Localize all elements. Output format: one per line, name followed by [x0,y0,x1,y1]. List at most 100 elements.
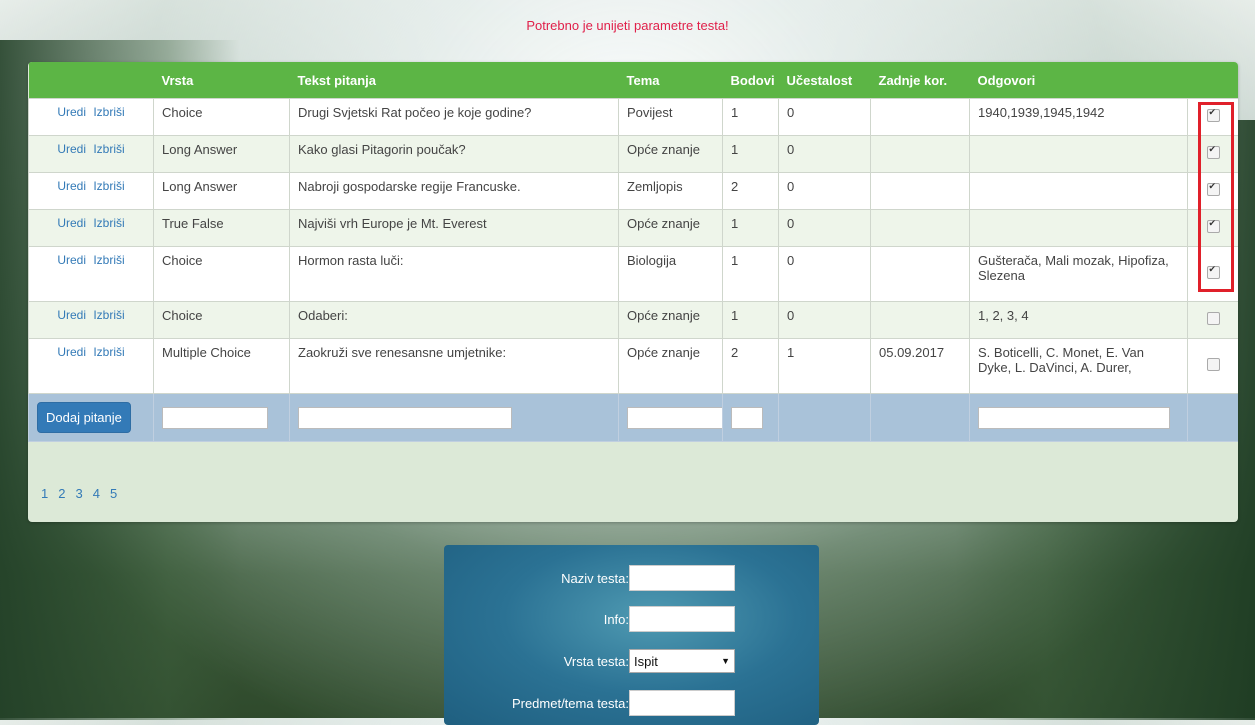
edit-link[interactable]: Uredi [57,216,86,230]
cell-zadnje [870,209,970,247]
predmet-row: Predmet/tema testa: [444,690,735,716]
cell-bodovi: 2 [722,338,779,394]
cell-odgovori: S. Boticelli, C. Monet, E. Van Dyke, L. … [969,338,1188,394]
cell-zadnje [870,246,970,302]
page-link-5[interactable]: 5 [110,486,117,501]
row-checkbox[interactable] [1206,312,1220,325]
cell-odgovori [969,135,1188,173]
new-tema-input[interactable] [627,406,723,429]
cell-tema: Povijest [618,98,723,136]
edit-link[interactable]: Uredi [57,142,86,156]
cell-tekst: Najviši vrh Europe je Mt. Everest [289,209,619,247]
new-bodovi-input[interactable] [731,406,763,429]
header-ucestalost: Učestalost [778,62,871,99]
naziv-row: Naziv testa: [444,565,735,591]
cell-tema: Zemljopis [618,172,723,210]
vrsta-row: Vrsta testa: Ispit ▼ [444,648,735,674]
delete-link[interactable]: Izbriši [93,142,124,156]
vrsta-select-value: Ispit [634,653,658,669]
cell-tekst: Kako glasi Pitagorin poučak? [289,135,619,173]
edit-link[interactable]: Uredi [57,345,86,359]
header-actions [28,62,154,99]
vrsta-label: Vrsta testa: [563,653,629,669]
table-row: Uredi Izbriši Long Answer Kako glasi Pit… [28,135,1238,173]
header-tema: Tema [618,62,723,99]
edit-link[interactable]: Uredi [57,308,86,322]
table-row: Uredi Izbriši True False Najviši vrh Eur… [28,209,1238,247]
header-bodovi: Bodovi [722,62,779,99]
delete-link[interactable]: Izbriši [93,105,124,119]
cell-odgovori [969,209,1188,247]
cell-vrsta: Long Answer [153,172,290,210]
dropdown-arrow-icon: ▼ [721,656,730,666]
delete-link[interactable]: Izbriši [93,253,124,267]
table-row: Uredi Izbriši Choice Drugi Svjetski Rat … [28,98,1238,136]
header-select [1187,62,1238,99]
cell-tema: Opće znanje [618,135,723,173]
naziv-input[interactable] [629,565,735,591]
delete-link[interactable]: Izbriši [93,179,124,193]
cell-ucestalost: 0 [778,172,871,210]
cell-tema: Opće znanje [618,301,723,339]
cell-tema: Opće znanje [618,338,723,394]
cell-tekst: Odaberi: [289,301,619,339]
edit-link[interactable]: Uredi [57,179,86,193]
validation-alert: Potrebno je unijeti parametre testa! [526,18,729,33]
page-link-2[interactable]: 2 [58,486,65,501]
header-vrsta: Vrsta [153,62,290,99]
page-link-1[interactable]: 1 [41,486,48,501]
cell-odgovori: 1940,1939,1945,1942 [969,98,1188,136]
cell-bodovi: 1 [722,301,779,339]
cell-tekst: Hormon rasta luči: [289,246,619,302]
cell-vrsta: Choice [153,301,290,339]
cell-vrsta: Choice [153,246,290,302]
cell-tema: Biologija [618,246,723,302]
table-row: Uredi Izbriši Choice Odaberi: Opće znanj… [28,301,1238,339]
cell-ucestalost: 0 [778,98,871,136]
add-question-button[interactable]: Dodaj pitanje [37,402,131,433]
cell-tekst: Nabroji gospodarske regije Francuske. [289,172,619,210]
table-header-row: Vrsta Tekst pitanja Tema Bodovi Učestalo… [28,62,1238,99]
cell-bodovi: 1 [722,246,779,302]
table-row: Uredi Izbriši Multiple Choice Zaokruži s… [28,338,1238,394]
cell-vrsta: True False [153,209,290,247]
cell-vrsta: Long Answer [153,135,290,173]
info-input[interactable] [629,606,735,632]
header-tekst: Tekst pitanja [289,62,619,99]
page-link-3[interactable]: 3 [75,486,82,501]
info-label: Info: [603,611,629,627]
selection-highlight-box [1198,102,1234,292]
edit-link[interactable]: Uredi [57,105,86,119]
new-vrsta-input[interactable] [162,406,268,429]
new-tekst-input[interactable] [298,406,512,429]
new-odgovori-input[interactable] [978,406,1170,429]
delete-link[interactable]: Izbriši [93,345,124,359]
vrsta-select[interactable]: Ispit ▼ [629,649,735,673]
row-checkbox[interactable] [1206,358,1220,371]
table-row: Uredi Izbriši Choice Hormon rasta luči: … [28,246,1238,302]
page-link-4[interactable]: 4 [93,486,100,501]
cell-odgovori: Gušterača, Mali mozak, Hipofiza, Slezena [969,246,1188,302]
cell-vrsta: Choice [153,98,290,136]
cell-bodovi: 1 [722,135,779,173]
edit-link[interactable]: Uredi [57,253,86,267]
cell-bodovi: 1 [722,98,779,136]
predmet-label: Predmet/tema testa: [511,695,629,711]
test-params-form: Naziv testa: Info: Vrsta testa: Ispit ▼ … [444,545,819,725]
cell-zadnje [870,301,970,339]
cell-ucestalost: 0 [778,301,871,339]
cell-vrsta: Multiple Choice [153,338,290,394]
header-zadnje: Zadnje kor. [870,62,970,99]
cell-ucestalost: 0 [778,209,871,247]
cell-odgovori: 1, 2, 3, 4 [969,301,1188,339]
cell-ucestalost: 0 [778,135,871,173]
cell-zadnje: 05.09.2017 [870,338,970,394]
predmet-input[interactable] [629,690,735,716]
delete-link[interactable]: Izbriši [93,216,124,230]
cell-tema: Opće znanje [618,209,723,247]
naziv-label: Naziv testa: [561,570,629,586]
cell-bodovi: 1 [722,209,779,247]
questions-table: Vrsta Tekst pitanja Tema Bodovi Učestalo… [28,62,1238,442]
delete-link[interactable]: Izbriši [93,308,124,322]
cell-odgovori [969,172,1188,210]
